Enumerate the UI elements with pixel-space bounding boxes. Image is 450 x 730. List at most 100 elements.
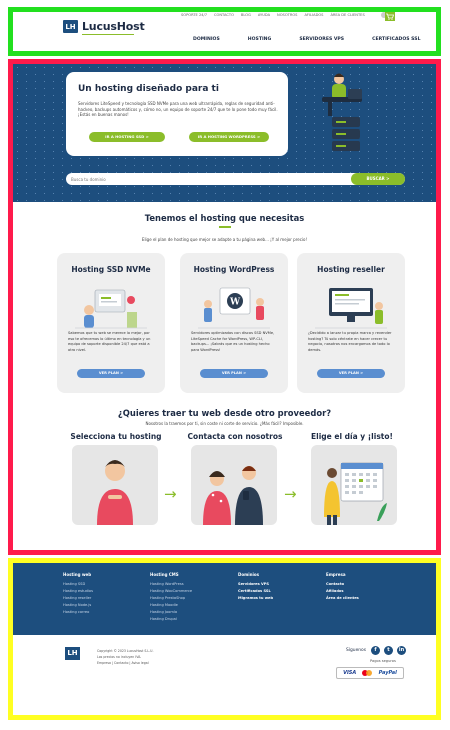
server-person-illustration <box>322 73 362 151</box>
chatting-people-illustration <box>203 466 263 525</box>
linkedin-icon[interactable]: in <box>397 646 406 655</box>
copyright-block: Copyright © 2023 LucusHost S.L.U. Los pr… <box>97 648 154 666</box>
nav-servidores-vps[interactable]: SERVIDORES VPS <box>299 37 344 42</box>
top-link-blog[interactable]: BLOG <box>241 13 251 17</box>
footer-link[interactable]: Hosting PrestaShop <box>150 595 192 602</box>
footer-link[interactable]: Hosting reseller <box>63 595 93 602</box>
mastercard-icon <box>362 670 373 676</box>
hosting-wordpress-button[interactable]: IR A HOSTING WORDPRESS > <box>189 132 269 142</box>
main-nav: DOMINIOS HOSTING SERVIDORES VPS CERTIFIC… <box>193 37 421 42</box>
plan-title: Hosting reseller <box>317 265 385 274</box>
calendar-illustration <box>324 462 387 525</box>
footer-link[interactable]: Migramos tu web <box>238 595 273 602</box>
hero-card: Un hosting diseñado para ti Servidores L… <box>66 72 288 156</box>
thinking-person-illustration <box>97 460 133 525</box>
top-link-nosotros[interactable]: NOSOTROS <box>277 13 297 17</box>
arrow-right-icon: → <box>284 485 297 503</box>
footer-link[interactable]: Hosting correo <box>63 609 93 616</box>
ssd-illustration <box>75 289 147 329</box>
footer-col-head[interactable]: Hosting CMS <box>150 572 192 577</box>
twitter-icon[interactable]: t <box>384 646 393 655</box>
footer-link[interactable]: Hosting Node.js <box>63 602 93 609</box>
footer-col-head[interactable]: Dominios <box>238 572 273 577</box>
step-box-date <box>311 445 397 525</box>
footer-col-hosting-web: Hosting web Hosting SSD Hosting estudios… <box>63 572 93 616</box>
footer-link[interactable]: Certificados SSL <box>238 588 273 595</box>
footer-link[interactable]: Servidores VPS <box>238 581 273 588</box>
plan-title: Hosting WordPress <box>193 265 275 274</box>
plan-description: Servidores optimizados con discos SSD NV… <box>191 331 275 352</box>
cart-icon[interactable] <box>385 12 395 21</box>
step-box-contact <box>191 445 277 525</box>
top-link-area-clientes[interactable]: ÁREA DE CLIENTES <box>330 13 364 17</box>
plan-description: ¿Decidido a lanzar tu propia marca y rev… <box>308 331 392 352</box>
legal-links[interactable]: Empresa | Contacto | Aviso legal <box>97 660 154 666</box>
ver-plan-wordpress-button[interactable]: VER PLAN > <box>200 369 268 378</box>
logo-underline <box>82 34 134 35</box>
ver-plan-ssd-button[interactable]: VER PLAN > <box>77 369 145 378</box>
footer-links: Hosting web Hosting SSD Hosting estudios… <box>13 563 436 635</box>
footer-link[interactable]: Contacto <box>326 581 359 588</box>
arrow-right-icon: → <box>164 485 177 503</box>
footer-link[interactable]: Hosting Drupal <box>150 616 192 623</box>
payment-methods: VISA PayPal <box>336 667 404 679</box>
domain-search-input[interactable] <box>71 173 341 185</box>
footer-link[interactable]: Hosting SSD <box>63 581 93 588</box>
step-title-select: Selecciona tu hosting <box>70 432 162 441</box>
footer-link[interactable]: Hosting estudios <box>63 588 93 595</box>
footer-link[interactable]: Hosting WooCommerce <box>150 588 192 595</box>
paypal-logo: PayPal <box>378 670 397 676</box>
svg-text:W: W <box>229 298 241 308</box>
top-link-afiliados[interactable]: AFILIADOS <box>304 13 323 17</box>
logo-mark: LH <box>63 20 78 33</box>
footer-logo[interactable]: LH <box>65 647 80 660</box>
hosting-ssd-button[interactable]: IR A HOSTING SSD > <box>89 132 165 142</box>
step-title-contact: Contacta con nosotros <box>187 432 283 441</box>
hosting-section-title: Tenemos el hosting que necesitas <box>144 213 305 223</box>
site-header: LH LucusHost SOPORTE 24/7 CONTACTO BLOG … <box>13 12 436 51</box>
footer-bottom: LH Copyright © 2023 LucusHost S.L.U. Los… <box>13 635 436 715</box>
footer-col-empresa: Empresa Contacto Afiliados Área de clien… <box>326 572 359 602</box>
hero-text: Servidores LiteSpeed y tecnología SSD NV… <box>78 101 278 117</box>
step-box-select <box>72 445 158 525</box>
social-label: Síguenos <box>346 648 367 653</box>
domain-search-bar: BUSCAR > <box>66 173 405 185</box>
nav-certificados-ssl[interactable]: CERTIFICADOS SSL <box>372 37 420 42</box>
footer-link[interactable]: Área de clientes <box>326 595 359 602</box>
footer-link[interactable]: Afiliados <box>326 588 359 595</box>
nav-dominios[interactable]: DOMINIOS <box>193 37 220 42</box>
footer-col-head[interactable]: Empresa <box>326 572 359 577</box>
migration-section-title: ¿Quieres traer tu web desde otro proveed… <box>117 408 332 418</box>
nav-hosting[interactable]: HOSTING <box>248 37 272 42</box>
footer-link[interactable]: Hosting WordPress <box>150 581 192 588</box>
footer-col-dominios: Dominios Servidores VPS Certificados SSL… <box>238 572 273 602</box>
title-underline <box>219 226 231 228</box>
plan-card-ssd: Hosting SSD NVMe Sabemos que tu web se m… <box>57 253 165 393</box>
wordpress-illustration: W <box>198 287 270 329</box>
secure-payments-label: Pagos seguros <box>370 659 396 663</box>
footer-col-hosting-cms: Hosting CMS Hosting WordPress Hosting Wo… <box>150 572 192 623</box>
footer-col-head[interactable]: Hosting web <box>63 572 93 577</box>
step-title-date: Elige el día y ¡listo! <box>311 432 393 441</box>
plan-card-reseller: Hosting reseller ¿Decidido a lanzar tu p… <box>297 253 405 393</box>
top-nav: SOPORTE 24/7 CONTACTO BLOG AYUDA NOSOTRO… <box>181 13 365 17</box>
top-link-soporte[interactable]: SOPORTE 24/7 <box>181 13 207 17</box>
footer-link[interactable]: Hosting Joomla <box>150 609 192 616</box>
ver-plan-reseller-button[interactable]: VER PLAN > <box>317 369 385 378</box>
facebook-icon[interactable]: f <box>371 646 380 655</box>
hero-title: Un hosting diseñado para ti <box>78 84 219 94</box>
logo[interactable]: LH LucusHost <box>63 20 145 35</box>
plan-description: Sabemos que tu web se merece lo mejor, p… <box>68 331 151 352</box>
hosting-section-subtitle: Elige el plan de hosting que mejor se ad… <box>141 237 308 242</box>
reseller-illustration <box>315 288 387 329</box>
plan-card-wordpress: Hosting WordPress W Servidores optimizad… <box>180 253 288 393</box>
visa-logo: VISA <box>343 670 357 676</box>
migration-section-subtitle: Nosotros la traemos por ti, sin coste ni… <box>145 421 304 426</box>
top-link-ayuda[interactable]: AYUDA <box>258 13 270 17</box>
top-link-contacto[interactable]: CONTACTO <box>214 13 234 17</box>
search-button[interactable]: BUSCAR > <box>351 173 405 185</box>
plan-title: Hosting SSD NVMe <box>71 265 151 274</box>
logo-text: LucusHost <box>82 20 145 33</box>
hero-section: Un hosting diseñado para ti Servidores L… <box>13 64 436 202</box>
footer-link[interactable]: Hosting Moodle <box>150 602 192 609</box>
